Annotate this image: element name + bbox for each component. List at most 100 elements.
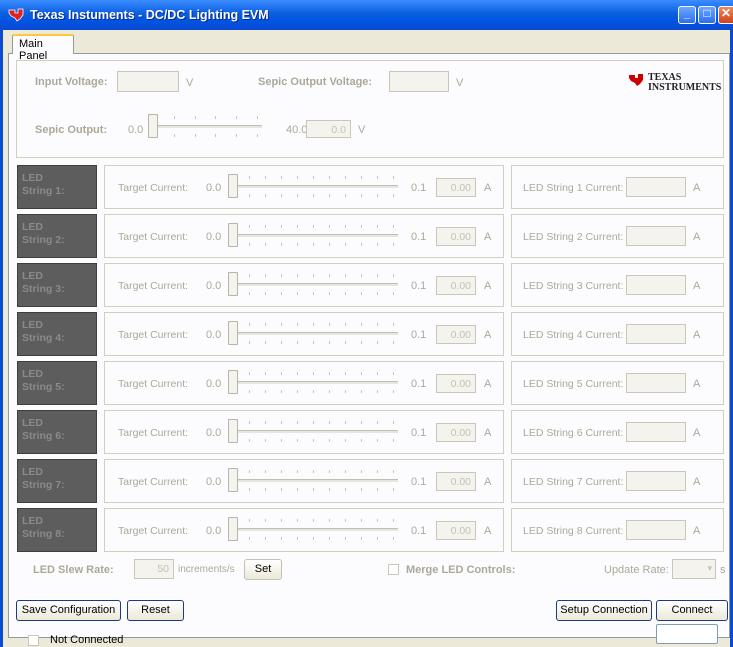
slider-tick	[265, 421, 266, 424]
slider-thumb[interactable]	[228, 370, 238, 394]
slider-tick	[265, 176, 266, 179]
slider-thumb[interactable]	[228, 517, 238, 541]
slider-thumb[interactable]	[228, 321, 238, 345]
target-current-min: 0.0	[206, 231, 222, 243]
target-current-max: 0.1	[411, 427, 427, 439]
slider-tick	[265, 323, 266, 326]
slider-tick	[236, 116, 237, 119]
led-string-tag: LED String 6:	[17, 410, 97, 454]
slider-tick	[377, 292, 378, 295]
slider-tick	[249, 341, 250, 344]
slider-tick	[329, 292, 330, 295]
slider-tick	[313, 194, 314, 197]
setup-connection-button[interactable]: Setup Connection	[556, 600, 652, 621]
target-current-field[interactable]: 0.00	[436, 472, 476, 491]
slider-tick	[265, 488, 266, 491]
led-string-current-field	[626, 275, 686, 295]
led-string-current-label: LED String 8 Current:	[523, 525, 624, 537]
target-current-label: Target Current:	[118, 182, 189, 194]
target-current-unit: A	[484, 182, 492, 194]
slider-tick	[329, 390, 330, 393]
merge-led-checkbox[interactable]	[388, 564, 399, 575]
slider-tick	[249, 421, 250, 424]
target-current-max: 0.1	[411, 182, 427, 194]
target-current-slider[interactable]	[228, 517, 398, 543]
slider-tick	[281, 176, 282, 179]
target-current-slider[interactable]	[228, 272, 398, 298]
slider-tick	[281, 439, 282, 442]
slider-track	[148, 125, 262, 128]
slider-thumb[interactable]	[228, 223, 238, 247]
slider-tick	[329, 274, 330, 277]
close-icon: ✕	[720, 6, 732, 20]
slew-rate-field[interactable]: 50	[134, 559, 174, 579]
slider-tick	[297, 519, 298, 522]
slider-tick	[329, 488, 330, 491]
led-string-current-unit: A	[693, 280, 701, 292]
set-button[interactable]: Set	[244, 559, 282, 580]
slider-tick	[265, 439, 266, 442]
slider-thumb[interactable]	[228, 419, 238, 443]
title-bar[interactable]: Texas Instuments - DC/DC Lighting EVM _ …	[0, 0, 733, 30]
slider-tick	[297, 194, 298, 197]
reset-button[interactable]: Reset	[127, 600, 184, 621]
slider-tick	[377, 537, 378, 540]
target-current-label: Target Current:	[118, 427, 189, 439]
slider-tick	[377, 323, 378, 326]
target-current-field[interactable]: 0.00	[436, 521, 476, 540]
target-current-field[interactable]: 0.00	[436, 374, 476, 393]
target-current-slider[interactable]	[228, 223, 398, 249]
target-current-slider[interactable]	[228, 468, 398, 494]
target-current-field[interactable]: 0.00	[436, 325, 476, 344]
target-current-slider[interactable]	[228, 370, 398, 396]
target-current-field[interactable]: 0.00	[436, 178, 476, 197]
slider-tick	[377, 176, 378, 179]
target-current-unit: A	[484, 329, 492, 341]
target-current-min: 0.0	[206, 280, 222, 292]
led-string-tag: LED String 8:	[17, 508, 97, 552]
target-current-slider[interactable]	[228, 419, 398, 445]
slider-tick	[265, 243, 266, 246]
slider-tick	[313, 488, 314, 491]
slider-thumb[interactable]	[228, 272, 238, 296]
target-current-slider[interactable]	[228, 321, 398, 347]
slider-tick	[393, 243, 394, 246]
save-configuration-button[interactable]: Save Configuration	[16, 600, 121, 621]
target-current-field[interactable]: 0.00	[436, 276, 476, 295]
slider-tick	[249, 176, 250, 179]
slider-tick	[297, 341, 298, 344]
target-current-field[interactable]: 0.00	[436, 423, 476, 442]
led-string-tag-line2: String 6:	[22, 430, 65, 442]
slider-tick	[174, 116, 175, 119]
slider-tick	[329, 470, 330, 473]
connect-button[interactable]: Connect	[656, 600, 728, 621]
slider-tick	[313, 439, 314, 442]
slider-thumb[interactable]	[228, 174, 238, 198]
tab-main-panel[interactable]: Main Panel	[12, 34, 74, 62]
sepic-output-value-field[interactable]: 0.0	[306, 120, 351, 138]
slider-tick	[393, 439, 394, 442]
target-current-slider[interactable]	[228, 174, 398, 200]
close-button[interactable]: ✕	[718, 6, 733, 24]
slider-tick	[281, 274, 282, 277]
slider-tick	[265, 470, 266, 473]
slider-tick	[265, 194, 266, 197]
update-rate-select[interactable]: ▾	[672, 559, 716, 579]
slider-thumb[interactable]	[148, 114, 158, 138]
slider-thumb[interactable]	[228, 468, 238, 492]
slider-tick	[345, 341, 346, 344]
target-current-field[interactable]: 0.00	[436, 227, 476, 246]
slider-tick	[297, 390, 298, 393]
maximize-button[interactable]: □	[698, 6, 716, 24]
minimize-button[interactable]: _	[678, 6, 696, 24]
sepic-output-slider[interactable]	[148, 114, 262, 140]
slider-tick	[393, 194, 394, 197]
slider-tick	[249, 243, 250, 246]
led-string-tag-line2: String 3:	[22, 283, 65, 295]
slider-tick	[377, 421, 378, 424]
target-current-label: Target Current:	[118, 280, 189, 292]
slider-tick	[329, 341, 330, 344]
slider-tick	[215, 116, 216, 119]
led-string-current-field	[626, 324, 686, 344]
slider-tick	[377, 519, 378, 522]
